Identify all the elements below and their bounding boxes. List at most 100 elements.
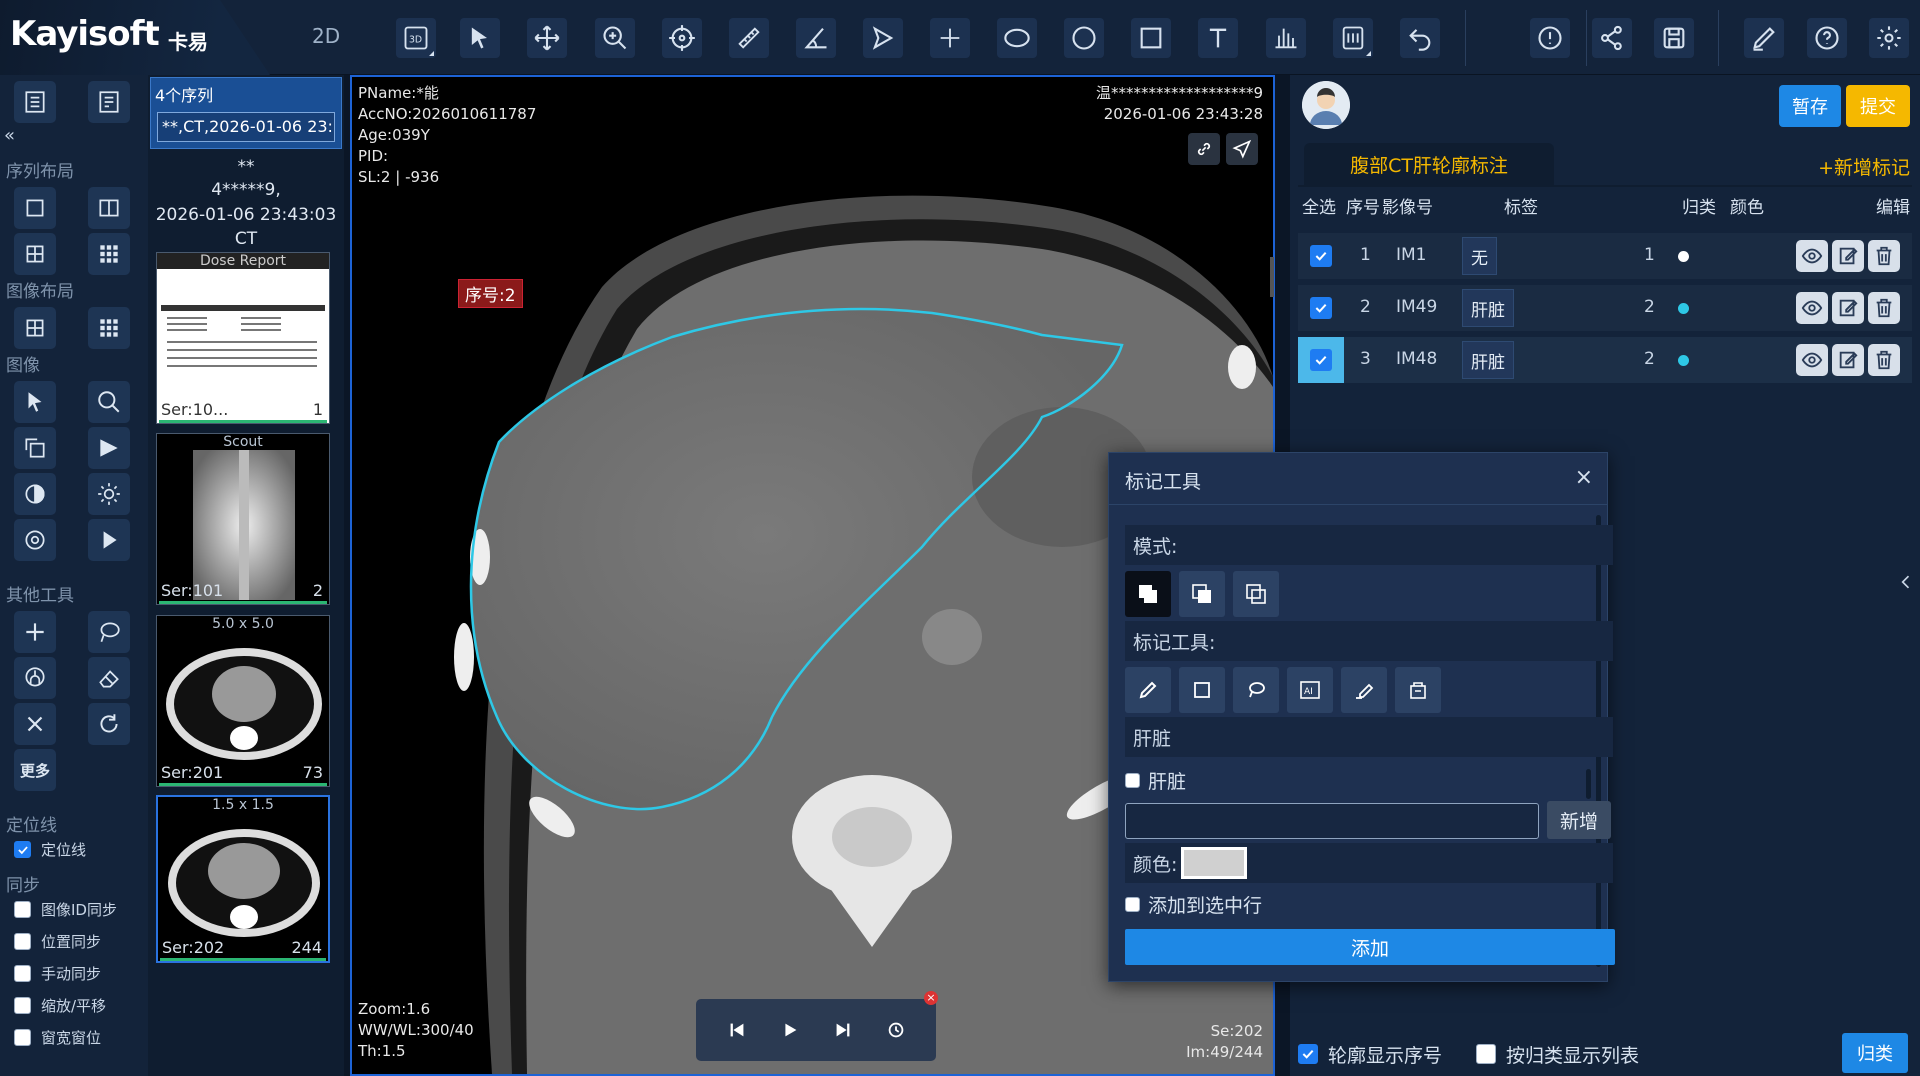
checkbox-icon[interactable] <box>14 965 31 982</box>
show-seq-label[interactable]: 轮廓显示序号 <box>1328 1041 1442 1068</box>
rotate-icon[interactable] <box>14 427 56 469</box>
series-thumb-202[interactable]: 1.5 x 1.5 Ser:202 244 <box>156 795 330 963</box>
image-layout-3x3-icon[interactable] <box>88 307 130 349</box>
edit-icon[interactable] <box>1832 240 1864 272</box>
add-mark-button[interactable]: +新增标记 <box>1818 153 1910 180</box>
eye-icon[interactable] <box>1796 240 1828 272</box>
layout-1x1-icon[interactable] <box>14 187 56 229</box>
label-field[interactable]: 肝脏 <box>1125 717 1613 757</box>
calculator-icon[interactable] <box>1333 18 1373 58</box>
series-header[interactable]: 4个序列 **,CT,2026-01-06 23: <box>150 77 342 149</box>
eraser-icon[interactable] <box>88 657 130 699</box>
skip-back-icon[interactable] <box>726 1019 748 1041</box>
edit-icon[interactable] <box>1832 292 1864 324</box>
reset-view-icon[interactable] <box>14 519 56 561</box>
brightness-icon[interactable] <box>88 473 130 515</box>
series-thumb-dose[interactable]: Dose Report Ser:10... 1 <box>156 252 330 424</box>
label-list-scrollbar[interactable] <box>1586 769 1591 799</box>
mode-add-icon[interactable] <box>1125 571 1171 617</box>
layout-1x2-icon[interactable] <box>88 187 130 229</box>
lasso-icon[interactable] <box>88 611 130 653</box>
cine-settings-icon[interactable] <box>885 1019 907 1041</box>
add-button[interactable]: 添加 <box>1125 929 1615 965</box>
checkbox-icon[interactable] <box>14 933 31 950</box>
checkbox-icon[interactable] <box>1125 773 1140 788</box>
check-manual-sync[interactable]: 手动同步 <box>14 963 101 984</box>
pointer-icon[interactable] <box>460 18 500 58</box>
by-class-label[interactable]: 按归类显示列表 <box>1506 1041 1639 1068</box>
polygon-icon[interactable] <box>863 18 903 58</box>
check-image-id-sync[interactable]: 图像ID同步 <box>14 899 117 920</box>
chevron-left-icon[interactable] <box>1896 568 1920 604</box>
ai-tool-icon[interactable]: AI <box>1287 667 1333 713</box>
ruler-icon[interactable] <box>729 18 769 58</box>
row-checkbox[interactable] <box>1298 285 1344 331</box>
row-checkbox[interactable] <box>1298 337 1344 383</box>
label-option-liver[interactable]: 肝脏 <box>1125 767 1186 794</box>
collapse-left-icon[interactable]: « <box>4 125 15 146</box>
mode-intersect-icon[interactable] <box>1233 571 1279 617</box>
trash-icon[interactable] <box>1868 292 1900 324</box>
color-swatch[interactable] <box>1181 847 1247 879</box>
series-thumb-scout[interactable]: Scout Ser:101 2 <box>156 433 330 605</box>
circle-icon[interactable] <box>1064 18 1104 58</box>
new-label-input[interactable] <box>1125 803 1539 839</box>
layout-3x3-icon[interactable] <box>88 233 130 275</box>
body-icon[interactable] <box>14 657 56 699</box>
viewer-scrollbar[interactable] <box>1270 257 1274 297</box>
ellipse-icon[interactable] <box>997 18 1037 58</box>
angle-icon[interactable] <box>796 18 836 58</box>
series-thumb-201[interactable]: 5.0 x 5.0 Ser:201 73 <box>156 615 330 787</box>
check-position-sync[interactable]: 位置同步 <box>14 931 101 952</box>
more-button[interactable]: 更多 <box>14 749 56 791</box>
add-to-selected-option[interactable]: 添加到选中行 <box>1125 891 1262 918</box>
annotate-icon[interactable] <box>1744 18 1784 58</box>
checkbox-icon[interactable] <box>1125 897 1140 912</box>
checkbox-checked-icon[interactable] <box>1298 1044 1318 1064</box>
header-select-all[interactable]: 全选 <box>1302 193 1336 218</box>
eraser-tool-icon[interactable] <box>1341 667 1387 713</box>
study-selector[interactable]: **,CT,2026-01-06 23: <box>157 112 335 142</box>
save-draft-button[interactable]: 暂存 <box>1779 85 1841 127</box>
3d-icon[interactable]: 3D <box>396 18 436 58</box>
add-icon[interactable] <box>14 611 56 653</box>
check-locator[interactable]: 定位线 <box>14 839 86 860</box>
checkbox-checked-icon[interactable] <box>14 841 31 858</box>
undo-icon[interactable] <box>1400 18 1440 58</box>
trash-icon[interactable] <box>1868 240 1900 272</box>
mode-subtract-icon[interactable] <box>1179 571 1225 617</box>
plus-point-icon[interactable] <box>930 18 970 58</box>
zoom-icon[interactable] <box>595 18 635 58</box>
image-layout-2x2-icon[interactable] <box>14 307 56 349</box>
move-icon[interactable] <box>527 18 567 58</box>
layout-2x2-icon[interactable] <box>14 233 56 275</box>
info-icon[interactable] <box>1530 18 1570 58</box>
lasso-tool-icon[interactable] <box>1233 667 1279 713</box>
checkbox-icon[interactable] <box>14 997 31 1014</box>
share-icon[interactable] <box>1592 18 1632 58</box>
eye-icon[interactable] <box>1796 344 1828 376</box>
histogram-icon[interactable] <box>1266 18 1306 58</box>
trash-icon[interactable] <box>1868 344 1900 376</box>
crosshair-icon[interactable] <box>662 18 702 58</box>
play-icon[interactable] <box>779 1019 801 1041</box>
report-icon[interactable] <box>88 81 130 123</box>
check-window-sync[interactable]: 窗宽窗位 <box>14 1027 101 1048</box>
close-player-icon[interactable]: × <box>924 991 938 1005</box>
close-icon[interactable]: × <box>1575 465 1593 490</box>
checkbox-icon[interactable] <box>14 1029 31 1046</box>
refresh-icon[interactable] <box>88 703 130 745</box>
check-zoom-pan-sync[interactable]: 缩放/平移 <box>14 995 106 1016</box>
table-row[interactable]: 2 IM49 肝脏 2 <box>1298 285 1912 331</box>
group-button[interactable]: 归类 <box>1842 1033 1908 1073</box>
eye-icon[interactable] <box>1796 292 1828 324</box>
checkbox-icon[interactable] <box>14 901 31 918</box>
link-icon[interactable] <box>1188 133 1220 165</box>
save-icon[interactable] <box>1654 18 1694 58</box>
magnifier-icon[interactable] <box>88 381 130 423</box>
clear-icon[interactable] <box>14 703 56 745</box>
text-icon[interactable] <box>1198 18 1238 58</box>
mode-2d[interactable]: 2D <box>312 24 340 48</box>
tab-liver-annotation[interactable]: 腹部CT肝轮廓标注 <box>1304 143 1554 185</box>
rect-tool-icon[interactable] <box>1179 667 1225 713</box>
